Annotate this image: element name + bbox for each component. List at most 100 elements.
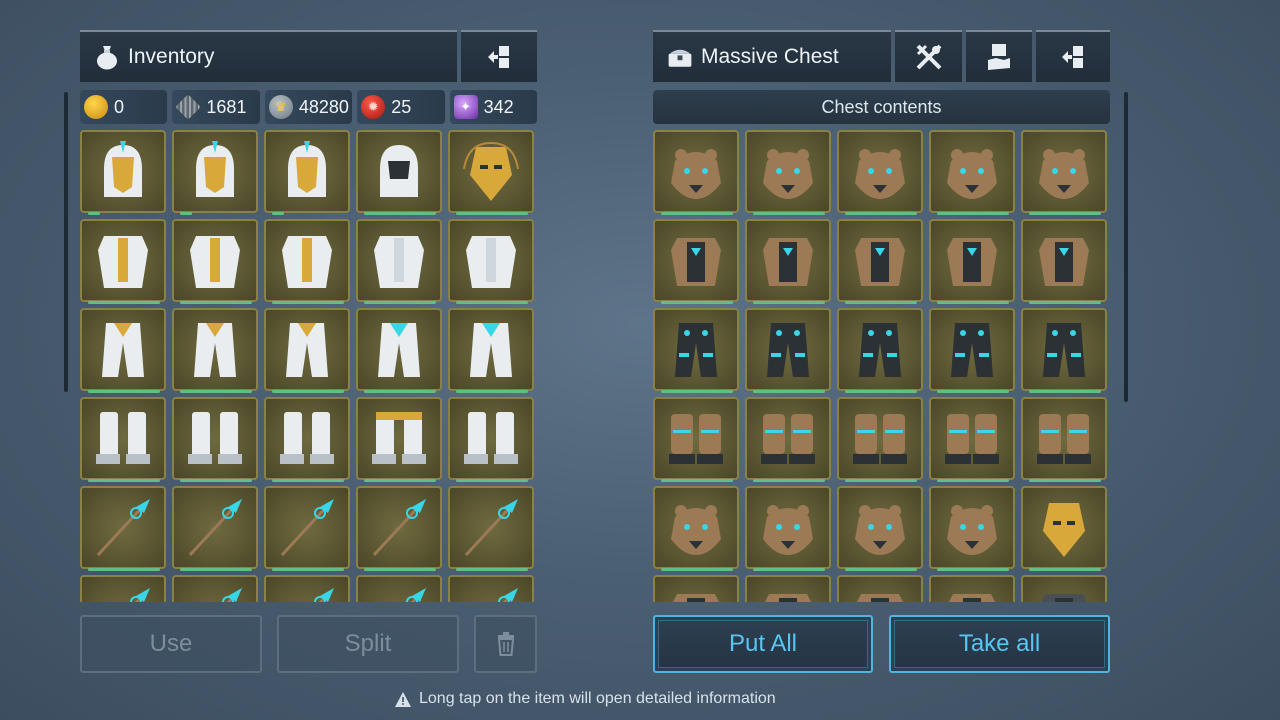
chest-slot[interactable] xyxy=(929,397,1015,482)
bear-helmet-icon xyxy=(671,504,721,555)
bear-armor-icon xyxy=(763,237,813,286)
white-boots-icon xyxy=(188,411,242,464)
chest-slot[interactable] xyxy=(745,486,831,571)
chest-slot[interactable] xyxy=(837,486,923,571)
take-all-button[interactable]: Take all xyxy=(889,615,1110,673)
inventory-scrollbar[interactable] xyxy=(64,92,68,392)
crown-coin-icon: ♛ xyxy=(268,95,293,119)
chest-slot[interactable] xyxy=(653,219,739,304)
inventory-slot[interactable] xyxy=(172,308,258,393)
hand-box-icon xyxy=(988,44,1010,70)
durability-bar xyxy=(364,212,436,215)
put-all-label: Put All xyxy=(728,630,798,657)
inventory-slot[interactable] xyxy=(448,486,534,571)
durability-bar xyxy=(937,390,1009,393)
chest-slot[interactable] xyxy=(1021,130,1107,215)
inventory-slot[interactable] xyxy=(264,486,350,571)
inventory-slot[interactable] xyxy=(448,308,534,393)
durability-bar xyxy=(753,301,825,304)
inventory-slot[interactable] xyxy=(172,397,258,482)
chest-slot[interactable] xyxy=(837,397,923,482)
chest-slot[interactable] xyxy=(837,219,923,304)
chest-scrollbar[interactable] xyxy=(1124,92,1128,402)
cyan-spear-icon xyxy=(372,498,426,556)
chest-slot[interactable] xyxy=(653,575,739,602)
chest-title: Massive Chest xyxy=(701,45,839,68)
chest-slot[interactable] xyxy=(929,308,1015,393)
chest-slot[interactable] xyxy=(653,486,739,571)
chest-slot[interactable] xyxy=(929,130,1015,215)
chest-slot[interactable] xyxy=(653,130,739,215)
chest-slot[interactable] xyxy=(1021,219,1107,304)
inventory-slot[interactable] xyxy=(264,219,350,304)
inventory-slot[interactable] xyxy=(80,308,166,393)
inventory-slot[interactable] xyxy=(448,397,534,482)
chest-slot[interactable] xyxy=(929,575,1015,602)
split-button[interactable]: Split xyxy=(277,615,459,673)
inventory-slot[interactable] xyxy=(172,575,258,602)
info-hint: Long tap on the item will open detailed … xyxy=(395,690,776,708)
cyan-spear-icon xyxy=(314,587,334,602)
inventory-slot[interactable] xyxy=(172,130,258,215)
inventory-slot[interactable] xyxy=(448,130,534,215)
chest-slot[interactable] xyxy=(837,575,923,602)
inventory-slot[interactable] xyxy=(172,486,258,571)
inventory-slot[interactable] xyxy=(264,397,350,482)
chest-slot[interactable] xyxy=(745,219,831,304)
chest-slot[interactable] xyxy=(1021,308,1107,393)
inventory-slot[interactable] xyxy=(356,575,442,602)
chest-slot[interactable] xyxy=(837,130,923,215)
durability-bar xyxy=(845,568,917,571)
chest-contents-label: Chest contents xyxy=(653,90,1110,124)
durability-bar xyxy=(753,568,825,571)
chest-slot[interactable] xyxy=(1021,397,1107,482)
chest-slot[interactable] xyxy=(745,397,831,482)
bear-helmet-icon xyxy=(763,504,813,555)
inventory-slot[interactable] xyxy=(80,575,166,602)
inventory-slot[interactable] xyxy=(264,130,350,215)
bear-helmet-icon xyxy=(947,504,997,555)
cyan-spear-icon xyxy=(188,498,242,556)
white-hood-icon xyxy=(380,144,418,197)
inventory-slot[interactable] xyxy=(80,397,166,482)
inventory-slot[interactable] xyxy=(80,486,166,571)
cyan-spear-icon xyxy=(222,587,242,602)
chest-sort-button[interactable] xyxy=(1036,30,1110,82)
inventory-slot[interactable] xyxy=(80,130,166,215)
inventory-slot[interactable] xyxy=(448,219,534,304)
inventory-slot[interactable] xyxy=(264,308,350,393)
chest-slot[interactable] xyxy=(653,308,739,393)
inventory-slot[interactable] xyxy=(448,575,534,602)
bear-helmet-icon xyxy=(763,148,813,199)
put-all-button[interactable]: Put All xyxy=(653,615,873,673)
white-gold-armor-icon xyxy=(282,235,332,288)
currency-crystal: ✦ 342 xyxy=(449,90,538,124)
take-all-label: Take all xyxy=(958,630,1041,657)
chest-pickup-button[interactable] xyxy=(966,30,1032,82)
inventory-slot[interactable] xyxy=(356,219,442,304)
chest-slot[interactable] xyxy=(929,219,1015,304)
inventory-slot[interactable] xyxy=(356,308,442,393)
chest-slot[interactable] xyxy=(745,308,831,393)
durability-bar xyxy=(937,212,1009,215)
durability-bar xyxy=(1029,212,1101,215)
inventory-slot[interactable] xyxy=(264,575,350,602)
trash-button[interactable] xyxy=(474,615,537,673)
inventory-slot[interactable] xyxy=(356,397,442,482)
chest-break-button[interactable] xyxy=(895,30,962,82)
durability-bar xyxy=(180,212,192,215)
inventory-slot[interactable] xyxy=(80,219,166,304)
chest-slot[interactable] xyxy=(745,575,831,602)
inventory-slot[interactable] xyxy=(356,130,442,215)
durability-bar xyxy=(456,301,528,304)
chest-slot[interactable] xyxy=(653,397,739,482)
inventory-slot[interactable] xyxy=(356,486,442,571)
inventory-slot[interactable] xyxy=(172,219,258,304)
use-button[interactable]: Use xyxy=(80,615,262,673)
chest-slot[interactable] xyxy=(745,130,831,215)
chest-slot[interactable] xyxy=(1021,486,1107,571)
chest-slot[interactable] xyxy=(1021,575,1107,602)
inventory-sort-button[interactable] xyxy=(461,30,537,82)
chest-slot[interactable] xyxy=(929,486,1015,571)
chest-slot[interactable] xyxy=(837,308,923,393)
